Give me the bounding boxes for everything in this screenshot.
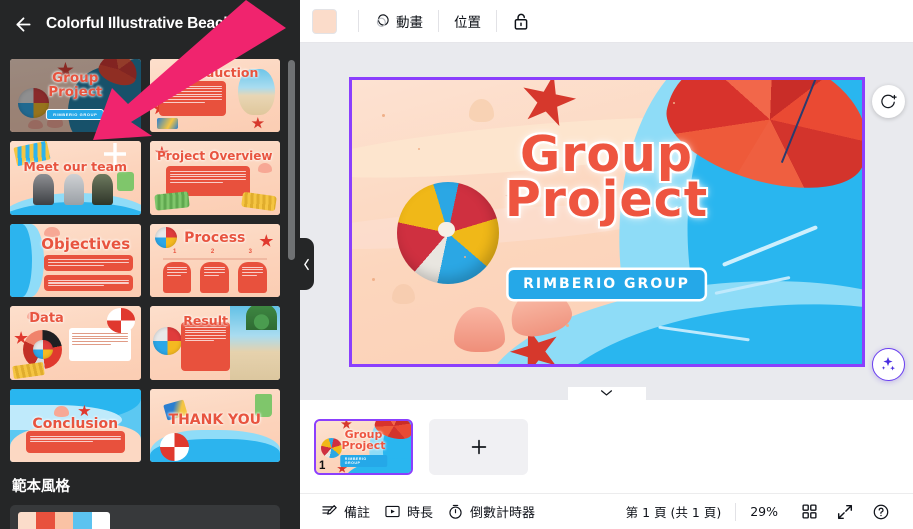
zoom-level[interactable]: 29% xyxy=(736,504,792,519)
editor-main: 動畫 位置 Group Project RIMBERIO GROUP Group… xyxy=(300,0,913,529)
thumb-drink xyxy=(117,172,134,192)
thumb-title: Project Overview xyxy=(157,149,273,164)
thumb-title: Meet our team xyxy=(23,159,128,175)
duration-icon xyxy=(384,503,401,520)
fill-color-swatch[interactable] xyxy=(312,8,337,34)
template-thumbnail-conclusion[interactable]: Conclusion xyxy=(10,388,141,463)
stopwatch-icon xyxy=(447,503,464,520)
add-comment-button[interactable] xyxy=(871,84,905,118)
palette-swatch-2[interactable] xyxy=(36,512,55,529)
thumb-text-card xyxy=(158,81,227,117)
template-thumbnail-result[interactable]: Result xyxy=(149,306,280,380)
sidebar-scrollbar[interactable] xyxy=(288,60,295,260)
slide-canvas[interactable]: Group Project RIMBERIO GROUP xyxy=(348,76,865,367)
presentation-editor: Colorful Illustrative Beach Ha... Group P… xyxy=(0,0,913,529)
toolbar-divider xyxy=(496,10,497,32)
page-thumb-title-line2: Project xyxy=(341,438,386,452)
thumb-title: Conclusion xyxy=(32,415,119,432)
palette-swatch-3[interactable] xyxy=(54,512,74,529)
slide-canvas-area[interactable]: Group Project RIMBERIO GROUP xyxy=(300,43,913,400)
template-thumbnail-thankyou[interactable]: THANK YOU xyxy=(149,388,280,463)
lock-button[interactable] xyxy=(506,8,536,35)
thumb-flipflops xyxy=(157,118,179,129)
template-thumbnail-cover[interactable]: Group Project RIMBERIO GROUP xyxy=(10,59,141,133)
ai-magic-button[interactable] xyxy=(871,347,905,381)
add-page-button[interactable] xyxy=(429,418,528,475)
slide-title[interactable]: Group Project xyxy=(352,130,862,225)
back-arrow-icon[interactable] xyxy=(12,13,34,35)
animate-label: 動畫 xyxy=(396,15,423,31)
sidebar-collapse-button[interactable] xyxy=(299,238,314,290)
timer-label: 倒數計時器 xyxy=(470,506,536,521)
thumb-title: THANK YOU xyxy=(168,411,261,428)
thumb-lounger-green xyxy=(153,191,190,211)
duration-label: 時長 xyxy=(407,506,434,521)
pages-collapse-button[interactable] xyxy=(567,387,646,413)
palette-swatch-5[interactable] xyxy=(91,512,110,529)
animation-icon xyxy=(374,13,391,30)
animate-button[interactable]: 動畫 xyxy=(368,7,429,35)
thumb-float-ring xyxy=(106,307,136,333)
thumb-title: Introduction xyxy=(171,64,259,80)
status-bar: 備註 時長 倒數計時器 第 1 頁 (共 1 頁) 29% xyxy=(300,493,913,529)
thumb-shell xyxy=(28,119,43,130)
position-label: 位置 xyxy=(454,15,481,31)
slide-subtitle-badge[interactable]: RIMBERIO GROUP xyxy=(508,269,705,299)
page-indicator: 第 1 頁 (共 1 頁) xyxy=(625,505,722,520)
template-thumbnail-process[interactable]: 1 2 3 Process xyxy=(149,223,280,298)
countdown-timer-button[interactable]: 倒數計時器 xyxy=(440,499,542,524)
pages-strip: Group Project RIMBERIO GROUP 1 xyxy=(300,387,913,493)
sidebar-scroll-area[interactable]: Group Project RIMBERIO GROUP Introductio… xyxy=(0,48,300,529)
editor-toolbar: 動畫 位置 xyxy=(300,0,913,43)
page-number-label: 1 xyxy=(319,459,326,472)
notes-icon xyxy=(321,503,338,520)
sidebar-header: Colorful Illustrative Beach Ha... xyxy=(0,0,300,48)
template-style-card[interactable] xyxy=(10,505,280,529)
template-thumbnail-data[interactable]: Data xyxy=(10,306,141,380)
position-button[interactable]: 位置 xyxy=(448,7,487,35)
template-thumbnail-grid: Group Project RIMBERIO GROUP Introductio… xyxy=(0,48,300,463)
thumb-palm xyxy=(246,306,278,330)
grid-view-icon[interactable] xyxy=(792,499,827,524)
help-icon[interactable] xyxy=(863,499,899,525)
sidebar-title: Colorful Illustrative Beach Ha... xyxy=(46,15,269,32)
thumb-title: Process xyxy=(184,230,246,247)
thumb-text-card xyxy=(68,328,132,361)
template-thumbnail-team[interactable]: Meet our team xyxy=(10,141,141,215)
template-sidebar: Colorful Illustrative Beach Ha... Group P… xyxy=(0,0,300,529)
thumb-timeline xyxy=(162,257,267,260)
slide-title-line2: Project xyxy=(504,171,709,229)
palette-swatch-1[interactable] xyxy=(18,512,37,529)
palette-swatch-4[interactable] xyxy=(73,512,92,529)
thumb-title: Data xyxy=(29,311,64,327)
template-thumbnail-objectives[interactable]: Objectives xyxy=(10,223,141,298)
duration-button[interactable]: 時長 xyxy=(377,499,440,524)
thumb-badge: RIMBERIO GROUP xyxy=(47,110,104,120)
thumb-title: Group Project xyxy=(48,69,103,101)
page-thumb-badge: RIMBERIO GROUP xyxy=(339,454,388,467)
seashell-3 xyxy=(468,99,495,123)
notes-label: 備註 xyxy=(344,506,371,521)
template-thumbnail-overview[interactable]: Project Overview xyxy=(149,141,280,215)
template-style-heading: 範本風格 xyxy=(12,479,70,496)
toolbar-divider xyxy=(438,10,439,32)
thumb-title: Result xyxy=(183,313,228,329)
page-thumbnail-1[interactable]: Group Project RIMBERIO GROUP 1 xyxy=(314,418,413,475)
slide-wrapper: Group Project RIMBERIO GROUP xyxy=(348,76,905,381)
color-palette[interactable] xyxy=(18,512,110,529)
thumb-title: Objectives xyxy=(41,234,131,253)
template-thumbnail-introduction[interactable]: Introduction xyxy=(149,59,280,133)
notes-button[interactable]: 備註 xyxy=(314,499,377,524)
fullscreen-icon[interactable] xyxy=(827,499,863,525)
thumb-float-ring xyxy=(159,432,189,461)
status-right-group: 第 1 頁 (共 1 頁) 29% xyxy=(612,499,899,525)
unlock-icon xyxy=(512,12,530,31)
toolbar-divider xyxy=(358,10,359,32)
